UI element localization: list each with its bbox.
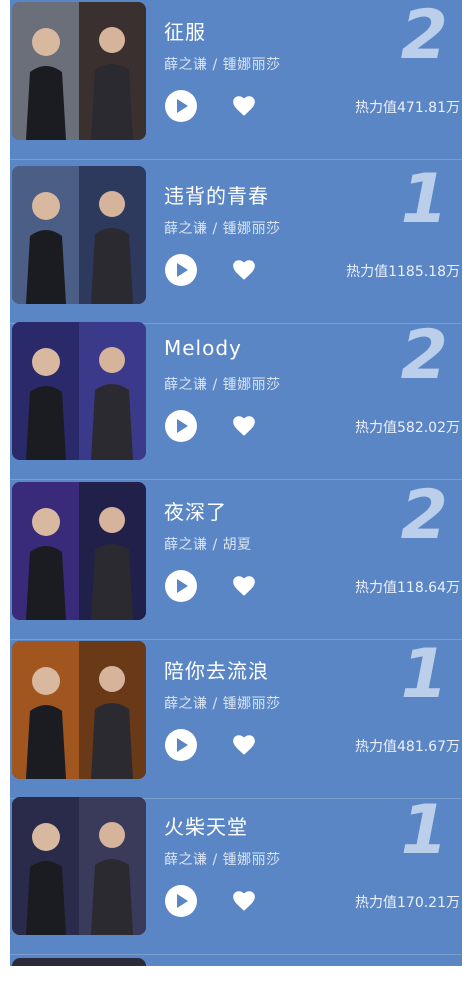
song-cover-image[interactable]	[12, 2, 146, 140]
row-divider	[10, 954, 462, 955]
play-icon[interactable]	[165, 90, 197, 122]
row-divider	[10, 479, 462, 480]
song-artists: 薛之谦 / 锺娜丽莎	[164, 377, 281, 393]
rank-number: 2	[400, 0, 448, 75]
heat-value: 热力值1185.18万	[346, 264, 460, 280]
heat-value: 热力值118.64万	[355, 580, 460, 596]
song-title[interactable]: Melody	[164, 336, 242, 360]
song-row[interactable]: 陪你去流浪薛之谦 / 锺娜丽莎 1 热力值481.67万	[10, 635, 462, 799]
song-artists: 薛之谦 / 锺娜丽莎	[164, 57, 281, 73]
row-divider	[10, 159, 462, 160]
rank-number: 1	[400, 635, 448, 714]
play-icon[interactable]	[165, 410, 197, 442]
singer-photo-right	[79, 322, 146, 460]
song-row[interactable]: 夜深了薛之谦 / 胡夏 2 热力值118.64万	[10, 476, 462, 640]
play-icon[interactable]	[165, 570, 197, 602]
singer-photo-right	[79, 482, 146, 620]
singer-photo-left	[12, 166, 79, 304]
heart-icon[interactable]	[231, 888, 257, 914]
heart-icon[interactable]	[231, 257, 257, 283]
heart-icon[interactable]	[231, 573, 257, 599]
rank-number: 1	[400, 160, 448, 239]
heat-value: 热力值170.21万	[355, 895, 460, 911]
song-artists: 薛之谦 / 锺娜丽莎	[164, 696, 281, 712]
heat-value: 热力值471.81万	[355, 100, 460, 116]
singer-photo-right	[79, 797, 146, 935]
heart-icon[interactable]	[231, 413, 257, 439]
song-cover-image[interactable]	[12, 797, 146, 935]
song-cover-image[interactable]	[12, 166, 146, 304]
singer-photo-left	[12, 482, 79, 620]
singer-photo-left	[12, 641, 79, 779]
song-title[interactable]: 违背的青春	[164, 180, 269, 209]
song-row[interactable]: 火柴天堂薛之谦 / 锺娜丽莎 1 热力值170.21万	[10, 791, 462, 955]
singer-photo-left	[12, 797, 79, 935]
song-row[interactable]: Melody 薛之谦 / 锺娜丽莎 2 热力值582.02万	[10, 316, 462, 480]
rank-number: 2	[400, 316, 448, 395]
singer-photo-left	[12, 322, 79, 460]
song-row[interactable]: 违背的青春薛之谦 / 锺娜丽莎 1 热力值1185.18万	[10, 160, 462, 324]
play-icon[interactable]	[165, 254, 197, 286]
play-icon[interactable]	[165, 885, 197, 917]
song-list: 征服 薛之谦 / 锺娜丽莎 2 热力值471.81万 违背的青春 薛之谦 / 锺娜丽莎 1 热…	[10, 0, 462, 966]
song-row[interactable]: 征服薛之谦 / 锺娜丽莎 2 热力值471.81万	[10, 0, 462, 160]
song-title[interactable]: 夜深了	[164, 496, 227, 525]
heart-icon[interactable]	[231, 93, 257, 119]
singer-photo-left	[12, 2, 79, 140]
song-cover-image[interactable]	[12, 322, 146, 460]
heat-value: 热力值481.67万	[355, 739, 460, 755]
singer-photo-right	[79, 2, 146, 140]
song-cover-image[interactable]	[12, 641, 146, 779]
rank-number: 1	[400, 791, 448, 870]
song-artists: 薛之谦 / 锺娜丽莎	[164, 852, 281, 868]
row-divider	[10, 639, 462, 640]
rank-number: 2	[400, 476, 448, 555]
heat-value: 热力值582.02万	[355, 420, 460, 436]
song-artists: 薛之谦 / 胡夏	[164, 537, 252, 553]
song-artists: 薛之谦 / 锺娜丽莎	[164, 221, 281, 237]
play-icon[interactable]	[165, 729, 197, 761]
next-song-cover-partial[interactable]	[12, 958, 146, 966]
song-title[interactable]: 陪你去流浪	[164, 655, 269, 684]
singer-photo-right	[79, 166, 146, 304]
song-title[interactable]: 火柴天堂	[164, 811, 248, 840]
song-cover-image[interactable]	[12, 482, 146, 620]
heart-icon[interactable]	[231, 732, 257, 758]
song-title[interactable]: 征服	[164, 16, 206, 45]
singer-photo-right	[79, 641, 146, 779]
